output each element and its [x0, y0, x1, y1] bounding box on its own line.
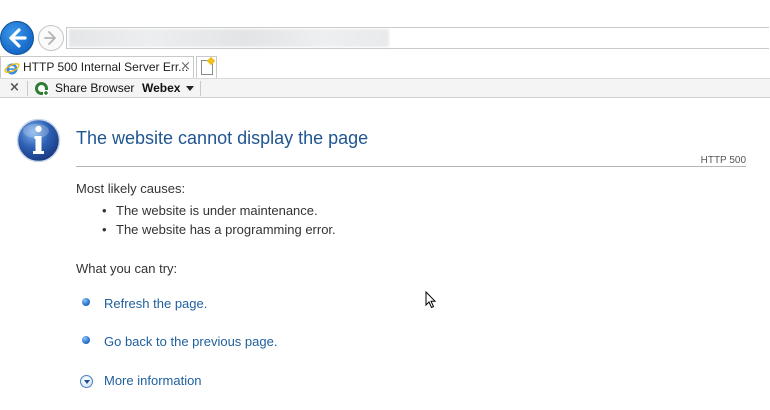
more-information-link[interactable]: More information — [104, 373, 202, 389]
page-title: The website cannot display the page — [76, 128, 369, 148]
error-page: The website cannot display the page HTTP… — [0, 98, 770, 410]
ie-icon — [4, 63, 20, 75]
back-button[interactable] — [0, 21, 34, 55]
share-browser-button[interactable]: Share Browser — [55, 81, 134, 96]
forward-arrow-icon — [44, 31, 56, 45]
address-url-redacted — [69, 29, 389, 47]
webex-button[interactable]: Webex — [142, 81, 180, 96]
expand-icon[interactable] — [80, 375, 93, 388]
bullet-dot-icon — [82, 336, 90, 344]
toolbar-divider — [200, 81, 201, 96]
toolbar-close-button[interactable]: × — [9, 80, 20, 96]
title-divider — [76, 166, 746, 167]
tab-title: HTTP 500 Internal Server Err... — [23, 60, 189, 74]
bullet-dot-icon — [82, 298, 90, 306]
causes-heading: Most likely causes: — [76, 181, 186, 196]
forward-button[interactable] — [38, 25, 64, 51]
navigation-bar — [0, 0, 770, 57]
cause-text: The website is under maintenance. — [116, 203, 318, 218]
new-tab-button[interactable] — [196, 56, 217, 78]
cause-text: The website has a programming error. — [116, 222, 336, 237]
favorites-toolbar: × Share Browser Webex — [0, 78, 770, 98]
mouse-cursor-icon — [425, 291, 437, 309]
share-browser-icon[interactable] — [34, 81, 49, 96]
tab-strip: HTTP 500 Internal Server Err... × — [0, 56, 770, 78]
cause-item: • The website has a programming error. — [102, 222, 336, 238]
try-heading: What you can try: — [76, 261, 178, 276]
cause-item: • The website is under maintenance. — [102, 203, 318, 219]
tab-close-button[interactable]: × — [180, 59, 191, 74]
back-arrow-icon — [9, 28, 27, 48]
chevron-down-icon — [84, 380, 90, 384]
info-icon — [16, 118, 61, 163]
tab-http-500[interactable]: HTTP 500 Internal Server Err... × — [0, 56, 194, 78]
bullet: • — [102, 203, 107, 218]
address-bar[interactable] — [66, 27, 769, 49]
go-back-link[interactable]: Go back to the previous page. — [104, 334, 277, 350]
refresh-page-link[interactable]: Refresh the page. — [104, 296, 207, 312]
bullet: • — [102, 222, 107, 237]
chevron-down-icon[interactable] — [186, 86, 194, 91]
toolbar-divider — [27, 81, 28, 96]
